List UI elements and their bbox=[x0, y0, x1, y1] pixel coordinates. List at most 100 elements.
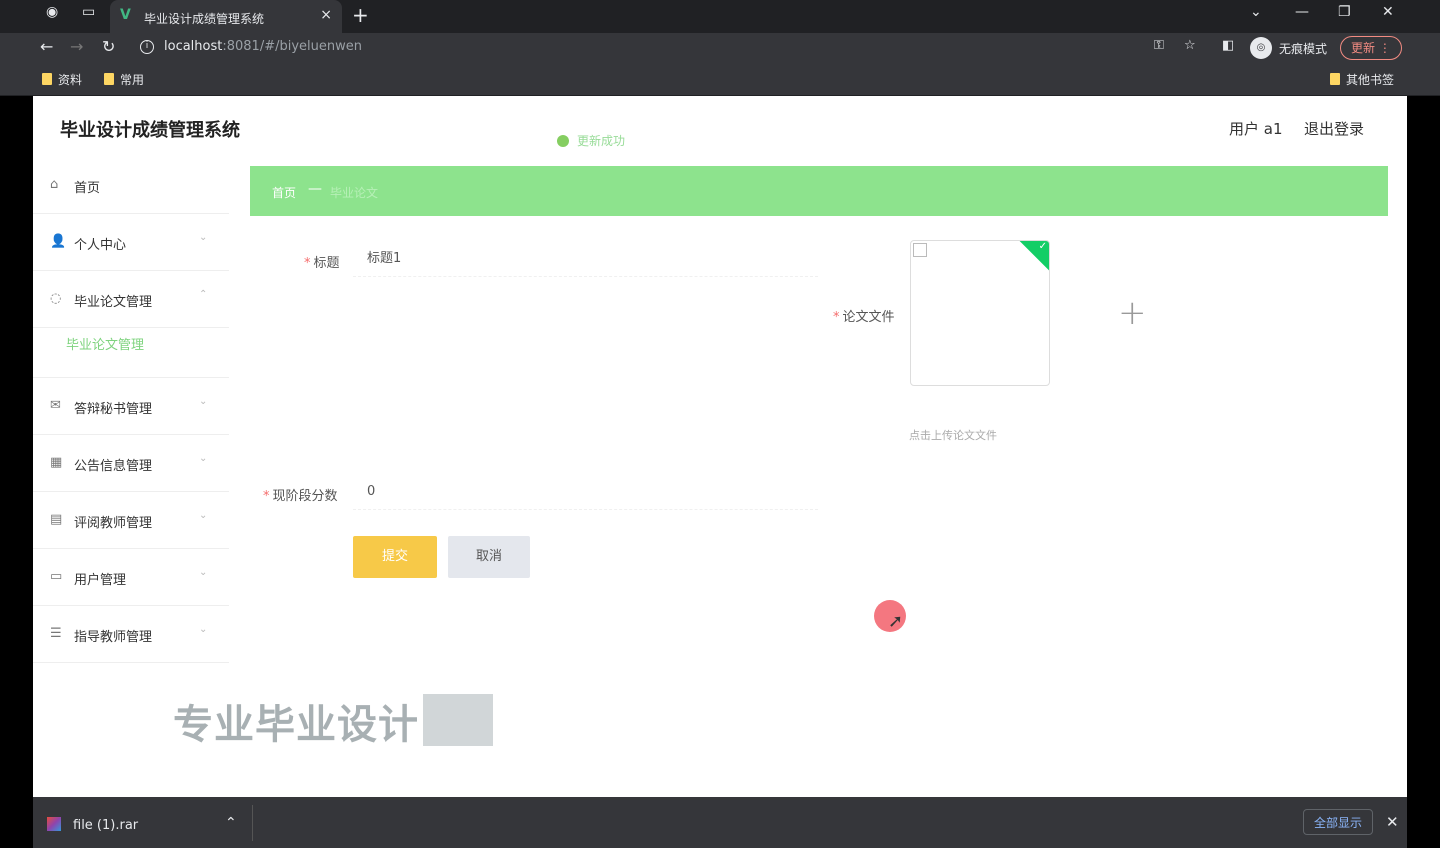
reload-icon[interactable]: ↻ bbox=[102, 37, 115, 56]
user-label: 用户 a1 bbox=[1229, 120, 1283, 138]
success-icon bbox=[557, 135, 569, 147]
table-icon: ▤ bbox=[50, 512, 63, 527]
window-close-icon[interactable]: ✕ bbox=[1382, 4, 1394, 20]
browser-tabbar: ◉ ▭ V 毕业设计成绩管理系统 × + ⌄ — ❐ ✕ bbox=[0, 0, 1440, 33]
check-icon: ✓ bbox=[1038, 241, 1047, 252]
broken-image-icon bbox=[913, 243, 927, 257]
sidebar-item-advisor[interactable]: ☰ 指导教师管理 ⌄ bbox=[33, 606, 229, 663]
sidebar-item-reviewer[interactable]: ▤ 评阅教师管理 ⌄ bbox=[33, 492, 229, 549]
sidebar-item-label: 指导教师管理 bbox=[74, 630, 153, 645]
upload-tip: 点击上传论文文件 bbox=[909, 429, 997, 442]
mouse-cursor-icon: ➚ bbox=[888, 611, 904, 632]
sidebar-item-home[interactable]: ⌂ 首页 bbox=[33, 157, 229, 214]
tab-search-icon[interactable]: ▭ bbox=[82, 4, 100, 22]
breadcrumb-home[interactable]: 首页 bbox=[272, 184, 296, 201]
key-icon[interactable]: ⚿ bbox=[1154, 38, 1164, 53]
sidebar-item-paper[interactable]: ◌ 毕业论文管理 ⌃ bbox=[33, 271, 229, 328]
browser-logo-icon: ◉ bbox=[46, 4, 59, 20]
home-icon: ⌂ bbox=[50, 177, 59, 192]
file-label: * 论文文件 bbox=[833, 310, 895, 325]
chevron-down-icon: ⌄ bbox=[199, 232, 208, 243]
chevron-down-icon: ⌄ bbox=[199, 396, 208, 407]
side-panel-icon[interactable]: ◧ bbox=[1222, 38, 1234, 53]
bookmark-folder-2[interactable]: 常用 bbox=[104, 71, 144, 88]
watermark: 专业毕业设计 bbox=[173, 692, 493, 750]
tab-close-icon[interactable]: × bbox=[320, 7, 332, 23]
grid-icon: ▦ bbox=[50, 455, 63, 470]
user-icon: 👤 bbox=[50, 234, 67, 249]
download-file-name: file (1).rar bbox=[73, 818, 139, 833]
title-input[interactable]: 标题1 bbox=[353, 241, 818, 277]
app-title: 毕业设计成绩管理系统 bbox=[60, 120, 240, 141]
mail-icon: ✉ bbox=[50, 398, 61, 413]
download-item[interactable]: file (1).rar bbox=[47, 817, 138, 833]
other-bookmarks[interactable]: 其他书签 bbox=[1330, 71, 1394, 88]
close-download-bar-icon[interactable]: ✕ bbox=[1386, 813, 1399, 831]
other-bookmarks-label: 其他书签 bbox=[1346, 73, 1395, 87]
bookmark-label: 常用 bbox=[120, 73, 145, 87]
paper-icon: ◌ bbox=[50, 291, 62, 306]
address-bar[interactable]: i localhost:8081/#/biyeluenwen bbox=[130, 35, 1180, 59]
sidebar-item-secretary[interactable]: ✉ 答辩秘书管理 ⌄ bbox=[33, 378, 229, 435]
sidebar-item-label: 个人中心 bbox=[74, 238, 127, 253]
restore-icon[interactable]: ❐ bbox=[1338, 4, 1351, 20]
folder-icon bbox=[1330, 73, 1340, 85]
breadcrumb-current: 毕业论文 bbox=[330, 186, 379, 200]
divider bbox=[252, 805, 253, 841]
title-label: * 标题 bbox=[304, 256, 340, 271]
upload-plus-icon[interactable]: + bbox=[1118, 293, 1147, 333]
chevron-down-icon: ⌄ bbox=[199, 453, 208, 464]
score-label: * 现阶段分数 bbox=[263, 489, 338, 504]
bookmark-star-icon[interactable]: ☆ bbox=[1184, 38, 1196, 53]
save-button[interactable]: 提交 bbox=[353, 536, 437, 578]
bookmark-folder-1[interactable]: 资料 bbox=[42, 71, 82, 88]
app-page: 毕业设计成绩管理系统 更新成功 用户 a1 退出登录 ⌂ 首页 👤 个人中心 ⌄… bbox=[33, 96, 1407, 797]
sidebar-item-profile[interactable]: 👤 个人中心 ⌄ bbox=[33, 214, 229, 271]
toast-text: 更新成功 bbox=[577, 134, 626, 148]
sidebar-item-label: 毕业论文管理 bbox=[74, 295, 153, 310]
site-info-icon[interactable]: i bbox=[140, 40, 154, 54]
vue-logo-icon: V bbox=[120, 7, 131, 23]
bookmark-label: 资料 bbox=[58, 73, 83, 87]
chevron-down-icon: ⌄ bbox=[199, 624, 208, 635]
cancel-button[interactable]: 取消 bbox=[448, 536, 530, 578]
sidebar-subitem-paper-manage[interactable]: 毕业论文管理 bbox=[33, 328, 229, 378]
success-toast: 更新成功 bbox=[557, 132, 625, 149]
sidebar-item-notice[interactable]: ▦ 公告信息管理 ⌄ bbox=[33, 435, 229, 492]
browser-toolbar: ← → ↻ i localhost:8081/#/biyeluenwen ⚿ ☆… bbox=[0, 33, 1440, 61]
sidebar-item-label: 公告信息管理 bbox=[74, 459, 153, 474]
card-icon: ▭ bbox=[50, 569, 63, 584]
minimize-icon[interactable]: — bbox=[1295, 4, 1309, 20]
show-all-button[interactable]: 全部显示 bbox=[1303, 809, 1373, 835]
logout-button[interactable]: 退出登录 bbox=[1304, 118, 1364, 139]
incognito-label: 无痕模式 bbox=[1279, 42, 1328, 56]
back-icon[interactable]: ← bbox=[40, 37, 53, 56]
tab-list-icon[interactable]: ⌄ bbox=[1250, 4, 1262, 20]
folder-icon bbox=[104, 73, 114, 85]
blur-patch bbox=[423, 694, 493, 746]
uploaded-file-thumbnail[interactable]: ✓ bbox=[910, 240, 1050, 386]
forward-icon[interactable]: → bbox=[70, 37, 83, 56]
score-input[interactable]: 0 bbox=[353, 474, 818, 510]
url-host: localhost bbox=[164, 39, 223, 54]
tab-title: 毕业设计成绩管理系统 bbox=[144, 12, 265, 26]
sidebar-item-label: 用户管理 bbox=[74, 573, 127, 588]
folder-icon bbox=[42, 73, 52, 85]
incognito-icon[interactable]: ◎ bbox=[1250, 37, 1272, 59]
chevron-down-icon: ⌄ bbox=[199, 567, 208, 578]
url-path: :8081/#/biyeluenwen bbox=[222, 39, 362, 54]
breadcrumb-separator: — bbox=[308, 181, 322, 197]
rar-file-icon bbox=[47, 817, 61, 831]
sidebar: ⌂ 首页 👤 个人中心 ⌄ ◌ 毕业论文管理 ⌃ 毕业论文管理 ✉ 答辩秘书管理… bbox=[33, 157, 229, 663]
breadcrumb: 首页 — 毕业论文 bbox=[250, 166, 1388, 216]
bookmarks-bar: 资料 常用 其他书签 bbox=[0, 61, 1440, 96]
chevron-up-icon[interactable]: ⌃ bbox=[225, 815, 237, 831]
browser-tab[interactable]: V 毕业设计成绩管理系统 × bbox=[110, 0, 342, 33]
download-bar: file (1).rar ⌃ 全部显示 ✕ bbox=[33, 797, 1407, 848]
chevron-up-icon: ⌃ bbox=[199, 289, 208, 300]
sidebar-item-users[interactable]: ▭ 用户管理 ⌄ bbox=[33, 549, 229, 606]
update-button[interactable]: 更新 ⋮ bbox=[1340, 36, 1402, 60]
sidebar-item-label: 评阅教师管理 bbox=[74, 516, 153, 531]
sidebar-item-label: 首页 bbox=[74, 181, 101, 196]
new-tab-button[interactable]: + bbox=[352, 3, 369, 27]
